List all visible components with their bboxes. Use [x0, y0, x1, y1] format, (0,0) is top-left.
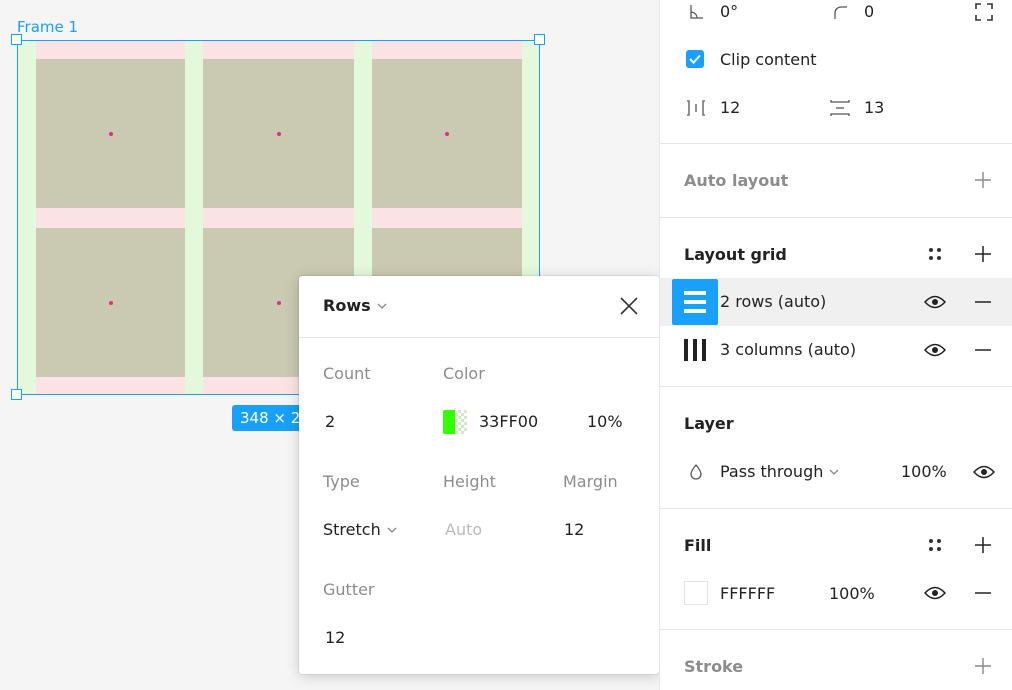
layout-grid-title: Layout grid — [684, 245, 787, 264]
grid-settings-popup: Rows Count Color 2 33FF00 10% Type Heigh… — [299, 276, 659, 674]
blend-mode-dropdown[interactable]: Pass through — [720, 462, 839, 481]
plus-icon[interactable] — [971, 168, 995, 192]
fill-swatch[interactable] — [684, 581, 708, 605]
eye-icon[interactable] — [923, 338, 947, 362]
horizontal-spacing-icon — [684, 96, 708, 120]
column-gutter-1 — [185, 40, 203, 395]
height-label: Height — [443, 472, 496, 491]
vertical-spacing-input[interactable]: 13 — [864, 98, 884, 117]
corner-radius-input[interactable]: 0 — [864, 2, 874, 21]
layer-title: Layer — [684, 414, 734, 433]
columns-grid-icon[interactable] — [683, 338, 707, 362]
column-margin-left — [17, 40, 36, 395]
plus-icon[interactable] — [971, 533, 995, 557]
plus-icon[interactable] — [971, 242, 995, 266]
divider — [660, 508, 1012, 509]
count-label: Count — [323, 364, 371, 383]
fill-opacity-input[interactable]: 100% — [829, 584, 875, 603]
fill-hex-input[interactable]: FFFFFF — [720, 584, 775, 603]
grid-type-dropdown[interactable]: Rows — [323, 296, 387, 315]
eye-icon[interactable] — [923, 290, 947, 314]
type-dropdown[interactable]: Stretch — [323, 520, 397, 539]
close-icon[interactable] — [617, 294, 641, 318]
type-value: Stretch — [323, 520, 381, 539]
popup-title: Rows — [323, 296, 371, 315]
resize-handle-top-left[interactable] — [11, 34, 22, 45]
frame-label[interactable]: Frame 1 — [17, 18, 78, 36]
independent-corners-icon[interactable] — [972, 0, 996, 24]
fill-title: Fill — [684, 536, 712, 555]
color-opacity-input[interactable]: 10% — [587, 412, 623, 431]
corner-radius-icon — [828, 0, 852, 24]
color-swatch[interactable] — [443, 410, 467, 434]
checkbox-checked-icon[interactable] — [686, 50, 704, 68]
grid-cell — [203, 59, 354, 208]
color-label: Color — [443, 364, 485, 383]
center-dot — [108, 300, 113, 305]
center-dot — [276, 131, 281, 136]
minus-icon[interactable] — [971, 290, 995, 314]
type-label: Type — [323, 472, 360, 491]
margin-label: Margin — [563, 472, 618, 491]
swatch-solid — [443, 410, 455, 434]
rotation-icon — [684, 0, 708, 24]
layer-opacity-input[interactable]: 100% — [901, 462, 947, 481]
divider — [660, 386, 1012, 387]
properties-panel: 0° 0 Clip content 12 13 Auto layout Layo… — [659, 0, 1012, 690]
resize-handle-top-right[interactable] — [534, 34, 545, 45]
center-dot — [445, 131, 449, 136]
chevron-down-icon — [387, 527, 397, 533]
chevron-down-icon — [377, 303, 387, 309]
popup-header: Rows — [299, 276, 659, 338]
divider — [660, 217, 1012, 218]
grid-cell — [372, 59, 522, 208]
height-input[interactable]: Auto — [445, 520, 482, 539]
grid-item-label: 2 rows (auto) — [720, 292, 827, 311]
style-dots-icon[interactable] — [923, 242, 947, 266]
clip-content-label[interactable]: Clip content — [720, 50, 817, 69]
auto-layout-title: Auto layout — [684, 171, 789, 190]
eye-icon[interactable] — [923, 581, 947, 605]
chevron-down-icon — [829, 469, 839, 475]
grid-item-label[interactable]: 3 columns (auto) — [720, 340, 856, 359]
swatch-transparency — [455, 410, 467, 434]
grid-cell — [36, 228, 185, 377]
center-dot — [108, 131, 113, 136]
resize-handle-bottom-left[interactable] — [11, 389, 22, 400]
divider — [660, 143, 1012, 144]
rotation-input[interactable]: 0° — [720, 2, 738, 21]
stroke-title: Stroke — [684, 657, 744, 676]
margin-input[interactable]: 12 — [564, 520, 584, 539]
gutter-label: Gutter — [323, 580, 375, 599]
vertical-spacing-icon — [828, 96, 852, 120]
style-dots-icon[interactable] — [923, 533, 947, 557]
blend-drop-icon — [684, 460, 708, 484]
grid-cell — [36, 59, 185, 208]
count-input[interactable]: 2 — [325, 412, 335, 431]
minus-icon[interactable] — [971, 581, 995, 605]
divider — [660, 629, 1012, 630]
rows-grid-icon[interactable] — [672, 279, 718, 325]
center-dot — [276, 300, 281, 305]
color-hex-input[interactable]: 33FF00 — [479, 412, 538, 431]
blend-mode-value: Pass through — [720, 462, 824, 481]
plus-icon[interactable] — [971, 654, 995, 678]
gutter-input[interactable]: 12 — [325, 628, 345, 647]
minus-icon[interactable] — [971, 338, 995, 362]
eye-icon[interactable] — [972, 460, 996, 484]
horizontal-spacing-input[interactable]: 12 — [720, 98, 740, 117]
